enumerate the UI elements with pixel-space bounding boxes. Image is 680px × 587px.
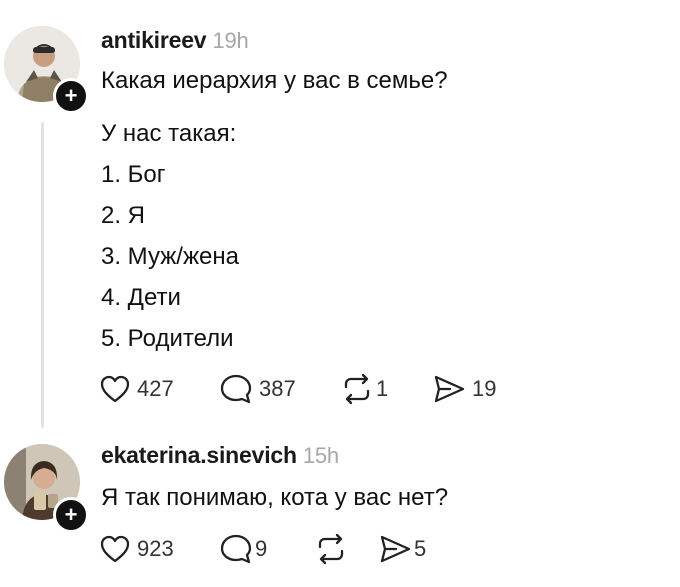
- heart-icon: [99, 534, 131, 564]
- share-button[interactable]: 19: [432, 373, 496, 405]
- reply-share-button[interactable]: 5: [378, 533, 426, 565]
- post-timestamp: 19h: [212, 28, 249, 53]
- like-count: 427: [137, 376, 174, 401]
- reply-comment-count: 9: [255, 536, 268, 561]
- reply-repost-button[interactable]: [314, 533, 378, 565]
- heart-icon: [99, 374, 131, 404]
- reply-text: Я так понимаю, кота у вас нет?: [101, 484, 449, 511]
- repost-icon: [340, 373, 374, 405]
- follow-plus-icon[interactable]: +: [53, 78, 89, 114]
- reply-follow-plus-icon[interactable]: +: [53, 497, 89, 533]
- repost-button[interactable]: 1: [340, 373, 432, 405]
- post-text-line-1: Какая иерархия у вас в семье?: [101, 67, 448, 94]
- like-button[interactable]: 427: [99, 374, 219, 404]
- reply-share-count: 5: [414, 536, 427, 561]
- username-text[interactable]: antikireev: [101, 27, 207, 53]
- repost-count: 1: [376, 376, 389, 401]
- reply-count: 387: [259, 376, 296, 401]
- post-text-line-3: 1. Бог: [101, 161, 166, 188]
- reply-actions-bar: 923 9 5: [99, 533, 426, 565]
- reply-timestamp: 15h: [302, 443, 339, 468]
- post-author-username[interactable]: antikireev 19h: [101, 27, 249, 54]
- thread-connector-line: [41, 122, 44, 428]
- reply-button[interactable]: 387: [219, 373, 340, 405]
- repost-icon: [314, 533, 348, 565]
- send-icon: [432, 373, 466, 405]
- send-icon: [378, 533, 412, 565]
- reply-like-button[interactable]: 923: [99, 534, 219, 564]
- reply-author-username[interactable]: ekaterina.sinevich 15h: [101, 442, 339, 469]
- post-text-line-2: У нас такая:: [101, 120, 237, 147]
- post-actions-bar: 427 387 1 19: [99, 373, 496, 405]
- reply-username-text[interactable]: ekaterina.sinevich: [101, 442, 297, 468]
- reply-like-count: 923: [137, 536, 174, 561]
- reply-comment-button[interactable]: 9: [219, 533, 314, 565]
- post-text-line-7: 5. Родители: [101, 325, 234, 352]
- post-text-line-5: 3. Муж/жена: [101, 243, 239, 270]
- post-text-line-6: 4. Дети: [101, 284, 181, 311]
- comment-bubble-icon: [219, 533, 253, 565]
- share-count: 19: [472, 376, 497, 401]
- post-text-line-4: 2. Я: [101, 202, 146, 229]
- comment-bubble-icon: [219, 373, 253, 405]
